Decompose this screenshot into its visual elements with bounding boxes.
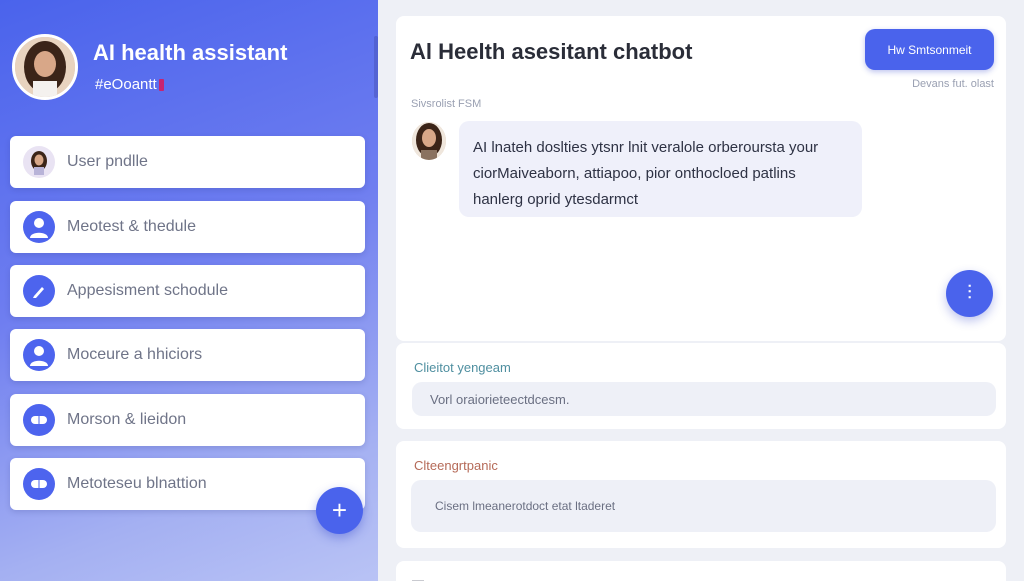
scrollbar-handle[interactable]	[374, 36, 378, 98]
add-button[interactable]: +	[316, 487, 363, 534]
chat-panel: Al Heelth asesitant chatbot Hw Smtsonmei…	[396, 16, 1006, 341]
button-caption: Devans fut. olast	[912, 78, 994, 90]
bot-avatar	[412, 122, 446, 160]
system-label: Sivsrolist FSM	[411, 98, 482, 110]
user-photo-icon	[23, 146, 55, 178]
symptom-label: Clteengrtpanic	[414, 458, 498, 473]
bottom-panel: —	[396, 561, 1006, 581]
bot-avatar-icon	[412, 122, 446, 160]
chat-input-field[interactable]: Vorl oraiorieteectdcesm.	[412, 382, 996, 416]
profile-avatar[interactable]	[12, 34, 78, 100]
chat-title: Al Heelth asesitant chatbot	[410, 39, 693, 64]
nav-item-appointment-schedule[interactable]: Appesisment schodule	[10, 265, 365, 317]
nav-item-medication-information[interactable]: Metoteseu blnattion	[10, 458, 365, 510]
nav-item-measure-history[interactable]: Moceure a hhiciors	[10, 329, 365, 381]
person-icon	[23, 339, 55, 371]
nav-label: Morson & lieidon	[67, 411, 187, 428]
person-icon	[23, 211, 55, 243]
nav-item-medication[interactable]: Morson & lieidon	[10, 394, 365, 446]
message-line: ciorMaiveaborn, attiapoo, pior onthocloe…	[473, 165, 796, 182]
nav-label: Metoteseu blnattion	[67, 475, 207, 492]
voice-input-button[interactable]: ⫶	[946, 270, 993, 317]
app-title: AI health assistant	[93, 40, 288, 65]
avatar-photo-icon	[15, 37, 75, 97]
new-chat-button[interactable]: Hw Smtsonmeit	[865, 29, 994, 70]
bottom-label: —	[412, 573, 424, 581]
symptom-panel: Clteengrtpanic Cisem lmeanerotdoct etat …	[396, 441, 1006, 548]
app-subtitle: #eOoantt	[95, 76, 164, 93]
message-line: hanlerg oprid ytesdarmct	[473, 191, 639, 208]
nav-label: User pndlle	[67, 153, 148, 170]
app-subtitle-text: #eOoantt	[95, 76, 157, 93]
pill-icon	[23, 468, 55, 500]
chat-input-panel: Clieitot yengeam Vorl oraiorieteectdcesm…	[396, 343, 1006, 429]
nav-item-user-profile[interactable]: User pndlle	[10, 136, 365, 188]
plus-icon: +	[331, 495, 348, 525]
nav-item-medical-schedule[interactable]: Meotest & thedule	[10, 201, 365, 253]
pill-icon	[23, 404, 55, 436]
nav-label: Meotest & thedule	[67, 218, 196, 235]
nav-label: Moceure a hhiciors	[67, 346, 203, 363]
chat-message-bubble: AI lnateh doslties ytsnr lnit veralole o…	[459, 121, 862, 217]
pen-icon	[23, 275, 55, 307]
status-dot-icon	[158, 79, 164, 92]
input-label: Clieitot yengeam	[414, 360, 511, 375]
nav-label: Appesisment schodule	[67, 282, 228, 299]
symptom-input-field[interactable]: Cisem lmeanerotdoct etat ltaderet	[411, 480, 996, 532]
mic-icon: ⫶	[967, 282, 972, 304]
message-line: AI lnateh doslties ytsnr lnit veralole o…	[473, 139, 819, 156]
sidebar: AI health assistant #eOoantt User pndlle…	[0, 0, 378, 581]
